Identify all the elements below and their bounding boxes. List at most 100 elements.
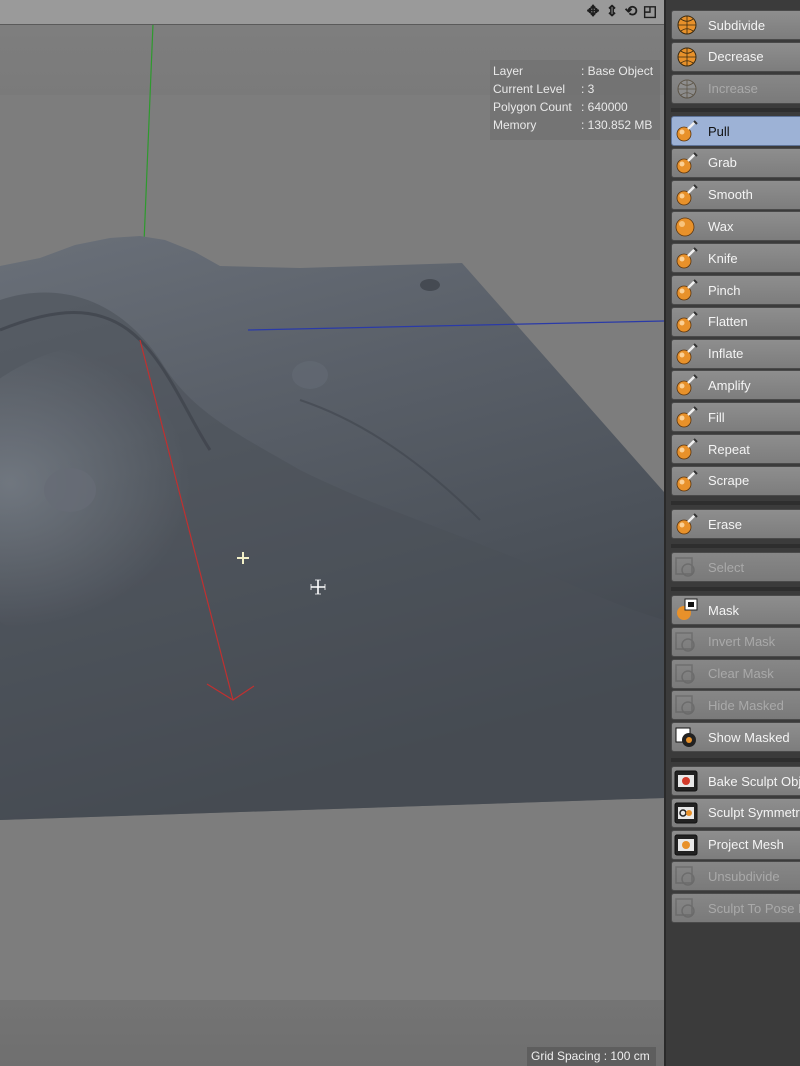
palette-button-label: Clear Mask bbox=[708, 666, 774, 682]
invert-mask-icon bbox=[674, 630, 698, 654]
palette-button-label: Smooth bbox=[708, 187, 753, 203]
unsubdivide-icon bbox=[674, 864, 698, 888]
hud-key: Memory bbox=[493, 118, 537, 132]
maximize-view-icon[interactable]: ◰ bbox=[642, 4, 658, 20]
hud-value: : Base Object bbox=[581, 64, 654, 78]
palette-button-label: Repeat bbox=[708, 441, 750, 457]
palette-button-label: Select bbox=[708, 559, 745, 575]
palette-separator bbox=[671, 544, 800, 548]
amplify-brush-icon bbox=[674, 373, 698, 397]
palette-button-increase[interactable]: Increase bbox=[671, 73, 800, 104]
erase-brush-icon bbox=[674, 512, 698, 536]
scene-info-hud: Layer : Base Object Current Level : 3 Poly… bbox=[490, 60, 660, 140]
decrease-globe-icon bbox=[674, 45, 698, 69]
hud-value: : 640000 bbox=[581, 100, 628, 114]
project-mesh-icon bbox=[674, 833, 698, 857]
palette-button-label: Amplify bbox=[708, 377, 751, 393]
flatten-brush-icon bbox=[674, 310, 698, 334]
palette-button-select[interactable]: Select bbox=[671, 552, 800, 582]
move-view-icon[interactable]: ✥ bbox=[585, 4, 601, 20]
palette-button-invert-mask[interactable]: Invert Mask bbox=[671, 626, 800, 657]
hide-masked-icon bbox=[674, 693, 698, 717]
clear-mask-icon bbox=[674, 662, 698, 686]
palette-button-label: Invert Mask bbox=[708, 634, 776, 650]
palette-button-erase[interactable]: Erase bbox=[671, 509, 800, 539]
repeat-brush-icon bbox=[674, 437, 698, 461]
palette-button-knife[interactable]: Knife bbox=[671, 243, 800, 274]
palette-button-label: Subdivide bbox=[708, 17, 766, 33]
hud-value: : 3 bbox=[581, 82, 595, 96]
palette-button-mask[interactable]: Mask bbox=[671, 595, 800, 625]
hud-key: Polygon Count bbox=[493, 100, 572, 114]
palette-button-label: Inflate bbox=[708, 346, 744, 362]
palette-button-sculpt-to-pose-m[interactable]: Sculpt To Pose M bbox=[671, 893, 800, 924]
sculpt-viewport[interactable]: ✥ ⇕ ⟲ ◰ Layer : Base Object Current Level… bbox=[0, 0, 664, 1066]
knife-brush-icon bbox=[674, 246, 698, 270]
grid-spacing-readout: Grid Spacing : 100 cm bbox=[527, 1047, 656, 1066]
viewport-scene[interactable] bbox=[0, 0, 664, 1066]
palette-button-label: Scrape bbox=[708, 473, 750, 489]
hud-row-memory: Memory: 130.852 MB bbox=[490, 116, 660, 134]
palette-button-decrease[interactable]: Decrease bbox=[671, 41, 800, 72]
palette-button-sculpt-symmetry[interactable]: Sculpt Symmetry bbox=[671, 797, 800, 828]
palette-button-unsubdivide[interactable]: Unsubdivide bbox=[671, 861, 800, 892]
grab-brush-icon bbox=[674, 151, 698, 175]
palette-button-label: Mask bbox=[708, 602, 740, 618]
palette-button-label: Project Mesh bbox=[708, 837, 784, 853]
dolly-view-icon[interactable]: ⇕ bbox=[604, 4, 620, 20]
palette-separator bbox=[671, 587, 800, 591]
palette-button-subdivide[interactable]: Subdivide bbox=[671, 10, 800, 40]
sculpt-to-pose-icon bbox=[674, 896, 698, 920]
palette-button-project-mesh[interactable]: Project Mesh bbox=[671, 829, 800, 860]
palette-button-show-masked[interactable]: Show Masked bbox=[671, 722, 800, 753]
palette-button-label: Pull bbox=[708, 123, 730, 139]
inflate-brush-icon bbox=[674, 342, 698, 366]
subdivide-globe-icon bbox=[674, 13, 698, 37]
palette-button-label: Decrease bbox=[708, 49, 764, 65]
viewport-toolbar: ✥ ⇕ ⟲ ◰ bbox=[0, 0, 664, 25]
palette-button-wax[interactable]: Wax bbox=[671, 211, 800, 242]
palette-button-label: Bake Sculpt Obje bbox=[708, 773, 800, 789]
palette-button-label: Sculpt Symmetry bbox=[708, 805, 800, 821]
hud-row-polygons: Polygon Count : 640000 bbox=[490, 98, 660, 116]
palette-button-scrape[interactable]: Scrape bbox=[671, 465, 800, 496]
palette-button-pinch[interactable]: Pinch bbox=[671, 275, 800, 305]
palette-button-inflate[interactable]: Inflate bbox=[671, 338, 800, 369]
palette-button-repeat[interactable]: Repeat bbox=[671, 434, 800, 464]
palette-button-bake-sculpt-obje[interactable]: Bake Sculpt Obje bbox=[671, 766, 800, 796]
palette-separator bbox=[671, 501, 800, 505]
show-masked-icon bbox=[674, 725, 698, 749]
palette-button-label: Unsubdivide bbox=[708, 868, 780, 884]
mask-brush-icon bbox=[674, 598, 698, 622]
select-icon bbox=[674, 555, 698, 579]
palette-button-label: Flatten bbox=[708, 314, 748, 330]
palette-button-amplify[interactable]: Amplify bbox=[671, 370, 800, 401]
palette-button-clear-mask[interactable]: Clear Mask bbox=[671, 658, 800, 689]
pinch-brush-icon bbox=[674, 278, 698, 302]
rotate-view-icon[interactable]: ⟲ bbox=[623, 4, 639, 20]
pull-brush-icon bbox=[674, 119, 698, 143]
palette-button-fill[interactable]: Fill bbox=[671, 402, 800, 433]
palette-separator bbox=[671, 108, 800, 112]
palette-button-label: Erase bbox=[708, 516, 742, 532]
hud-key: Current Level bbox=[493, 82, 566, 96]
palette-separator bbox=[671, 758, 800, 762]
palette-button-label: Pinch bbox=[708, 282, 741, 298]
palette-button-hide-masked[interactable]: Hide Masked bbox=[671, 690, 800, 721]
mesh-bump bbox=[44, 468, 96, 512]
view-navigation-icons: ✥ ⇕ ⟲ ◰ bbox=[585, 4, 658, 20]
palette-button-label: Sculpt To Pose M bbox=[708, 900, 800, 916]
palette-button-grab[interactable]: Grab bbox=[671, 147, 800, 178]
sculpt-symmetry-icon bbox=[674, 801, 698, 825]
palette-button-smooth[interactable]: Smooth bbox=[671, 179, 800, 210]
mesh-bump bbox=[292, 361, 328, 389]
wax-brush-icon bbox=[674, 214, 698, 238]
hud-key: Layer bbox=[493, 64, 524, 78]
palette-button-label: Show Masked bbox=[708, 729, 790, 745]
palette-button-label: Fill bbox=[708, 409, 725, 425]
palette-button-label: Hide Masked bbox=[708, 697, 784, 713]
bake-sculpt-icon bbox=[674, 769, 698, 793]
palette-button-flatten[interactable]: Flatten bbox=[671, 306, 800, 337]
palette-button-pull[interactable]: Pull bbox=[671, 116, 800, 146]
sculpt-command-palette: Subdivide Decrease Increase Pull Grab Smooth W… bbox=[664, 0, 800, 1066]
